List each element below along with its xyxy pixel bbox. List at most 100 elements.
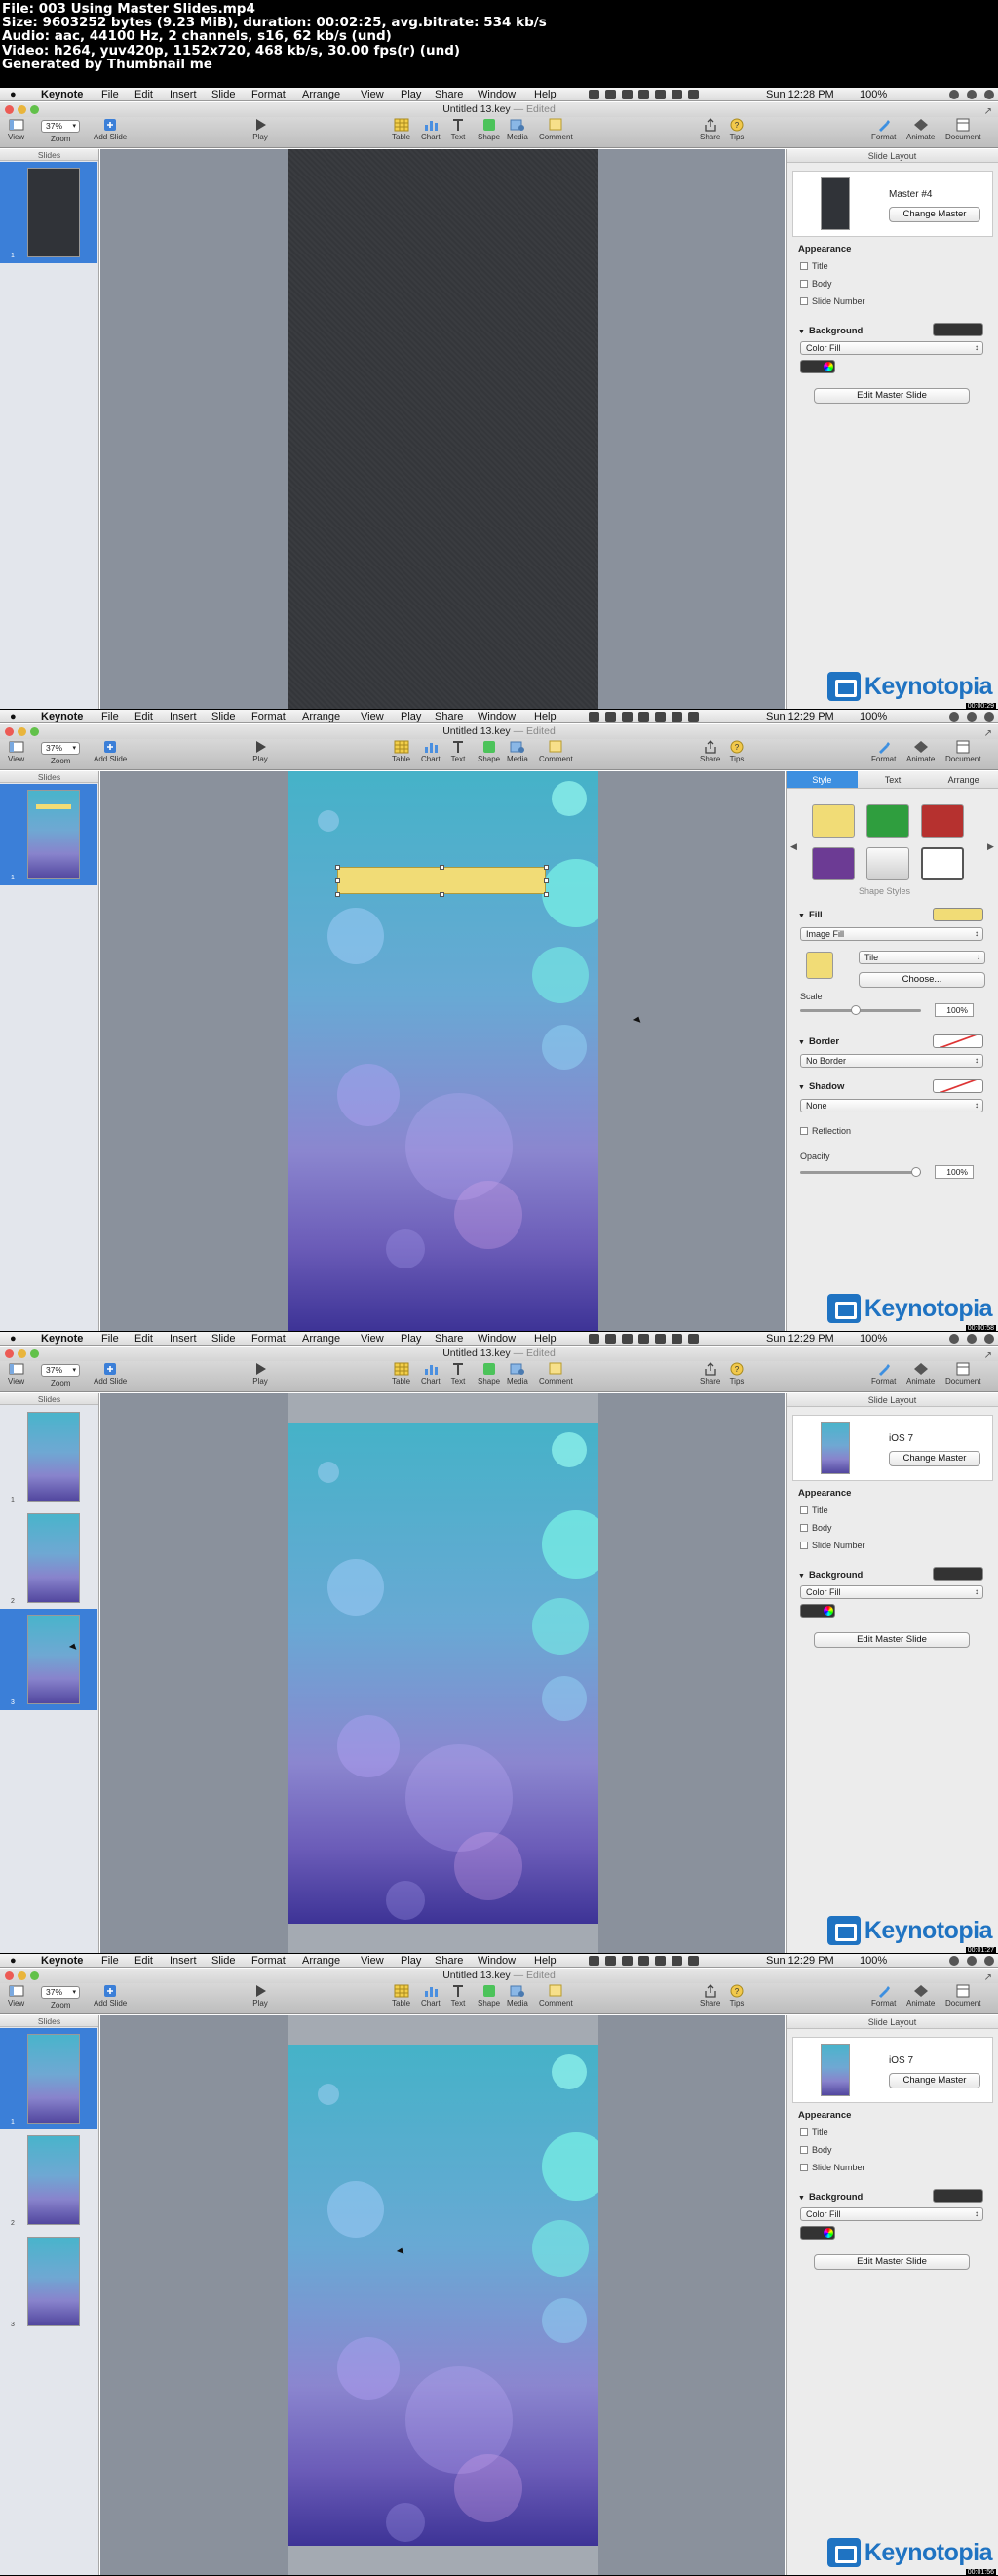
share-button[interactable]: Share — [700, 118, 720, 141]
selected-shape[interactable] — [335, 865, 549, 897]
wifi-icon[interactable] — [688, 90, 699, 99]
menu-help[interactable]: Help — [534, 1954, 557, 1968]
background-heading[interactable]: ▼ Background — [798, 1570, 863, 1581]
animate-button[interactable]: Animate — [906, 740, 935, 763]
menu-share[interactable]: Share — [435, 1332, 463, 1346]
media-button[interactable]: Media — [507, 740, 528, 763]
user-icon[interactable] — [949, 1334, 959, 1344]
clock[interactable]: Sun 12:29 PM — [766, 1954, 834, 1968]
battery-level[interactable]: 100% — [860, 710, 887, 723]
slide-thumbnail-row[interactable]: 1 — [0, 162, 97, 263]
chart-button[interactable]: Chart — [421, 1984, 441, 2008]
comment-button[interactable]: Comment — [539, 740, 573, 763]
battery-level[interactable]: 100% — [860, 1332, 887, 1346]
menu-window[interactable]: Window — [478, 1332, 516, 1346]
resize-handle[interactable] — [544, 878, 549, 883]
add-slide-button[interactable]: Add Slide — [94, 118, 127, 141]
slide-number-checkbox[interactable]: Slide Number — [800, 296, 865, 306]
zoom-select[interactable]: 37% ▾ — [41, 120, 80, 133]
play-button[interactable]: Play — [252, 1984, 268, 2008]
fill-type-select[interactable]: Image Fill ↕ — [800, 927, 983, 941]
status-icon[interactable] — [605, 1334, 616, 1344]
spotlight-icon[interactable] — [967, 1334, 977, 1344]
slide-thumbnail[interactable] — [27, 2237, 80, 2326]
menu-file[interactable]: File — [101, 1954, 119, 1968]
notification-icon[interactable] — [984, 1334, 994, 1344]
scale-stepper[interactable]: 100% — [935, 1003, 974, 1017]
menu-edit[interactable]: Edit — [134, 710, 153, 723]
shadow-heading[interactable]: ▼ Shadow — [798, 1081, 844, 1092]
add-slide-button[interactable]: Add Slide — [94, 740, 127, 763]
spotlight-icon[interactable] — [967, 90, 977, 99]
notification-icon[interactable] — [984, 1956, 994, 1966]
menu-insert[interactable]: Insert — [170, 1332, 197, 1346]
status-icon[interactable] — [622, 712, 633, 722]
shape-button[interactable]: Shape — [478, 740, 500, 763]
minimize-icon[interactable] — [18, 727, 26, 736]
document-button[interactable]: Document — [945, 1984, 980, 2008]
resize-handle[interactable] — [440, 865, 444, 870]
user-icon[interactable] — [949, 90, 959, 99]
shape-button[interactable]: Shape — [478, 118, 500, 141]
slide-thumbnail-row[interactable]: 2 — [0, 1507, 97, 1609]
bluetooth-icon[interactable] — [638, 90, 649, 99]
resize-handle[interactable] — [335, 865, 340, 870]
master-thumbnail[interactable] — [821, 177, 850, 230]
status-icon[interactable] — [622, 1334, 633, 1344]
slide-thumbnail[interactable] — [27, 1513, 80, 1603]
comment-button[interactable]: Comment — [539, 118, 573, 141]
minimize-icon[interactable] — [18, 1349, 26, 1358]
menu-slide[interactable]: Slide — [211, 1332, 235, 1346]
slide-thumbnail-row[interactable]: 1 — [0, 1406, 97, 1507]
zoom-icon[interactable] — [30, 1971, 39, 1980]
menu-insert[interactable]: Insert — [170, 88, 197, 101]
notification-icon[interactable] — [984, 712, 994, 722]
menu-format[interactable]: Format — [251, 1332, 286, 1346]
animate-button[interactable]: Animate — [906, 1984, 935, 2008]
clock[interactable]: Sun 12:29 PM — [766, 710, 834, 723]
menu-play[interactable]: Play — [401, 1332, 421, 1346]
change-master-button[interactable]: Change Master — [889, 2073, 980, 2088]
bluetooth-icon[interactable] — [638, 712, 649, 722]
chart-button[interactable]: Chart — [421, 118, 441, 141]
menu-view[interactable]: View — [361, 1332, 384, 1346]
battery-level[interactable]: 100% — [860, 88, 887, 101]
menu-app[interactable]: Keynote — [41, 88, 83, 101]
resize-handle[interactable] — [544, 892, 549, 897]
document-button[interactable]: Document — [945, 740, 980, 763]
animate-button[interactable]: Animate — [906, 118, 935, 141]
change-master-button[interactable]: Change Master — [889, 207, 980, 222]
menu-window[interactable]: Window — [478, 710, 516, 723]
zoom-icon[interactable] — [30, 727, 39, 736]
chart-button[interactable]: Chart — [421, 740, 441, 763]
menu-arrange[interactable]: Arrange — [302, 1332, 340, 1346]
master-thumbnail[interactable] — [821, 2044, 850, 2096]
view-button[interactable]: View — [8, 118, 24, 141]
menu-edit[interactable]: Edit — [134, 88, 153, 101]
format-button[interactable]: Format — [871, 118, 896, 141]
tab-style[interactable]: Style — [787, 771, 858, 788]
chevron-left-icon[interactable]: ◀ — [790, 841, 797, 852]
status-icon[interactable] — [622, 1956, 633, 1966]
image-fill-preview[interactable] — [806, 952, 833, 979]
slide-thumbnail-row[interactable]: 1 — [0, 784, 97, 885]
view-button[interactable]: View — [8, 1362, 24, 1386]
choose-image-button[interactable]: Choose... — [859, 972, 985, 988]
close-icon[interactable] — [5, 1349, 14, 1358]
comment-button[interactable]: Comment — [539, 1362, 573, 1386]
comment-button[interactable]: Comment — [539, 1984, 573, 2008]
text-button[interactable]: Text — [450, 1362, 466, 1386]
format-button[interactable]: Format — [871, 1362, 896, 1386]
menu-insert[interactable]: Insert — [170, 710, 197, 723]
tips-button[interactable]: ? Tips — [729, 740, 745, 763]
menu-edit[interactable]: Edit — [134, 1954, 153, 1968]
menu-help[interactable]: Help — [534, 88, 557, 101]
bluetooth-icon[interactable] — [638, 1334, 649, 1344]
menu-edit[interactable]: Edit — [134, 1332, 153, 1346]
master-thumbnail[interactable] — [821, 1422, 850, 1474]
status-icon[interactable] — [589, 712, 599, 722]
shadow-color-well[interactable] — [933, 1079, 983, 1093]
spotlight-icon[interactable] — [967, 712, 977, 722]
background-heading[interactable]: ▼ Background — [798, 326, 863, 336]
background-color-well[interactable] — [933, 2189, 983, 2203]
